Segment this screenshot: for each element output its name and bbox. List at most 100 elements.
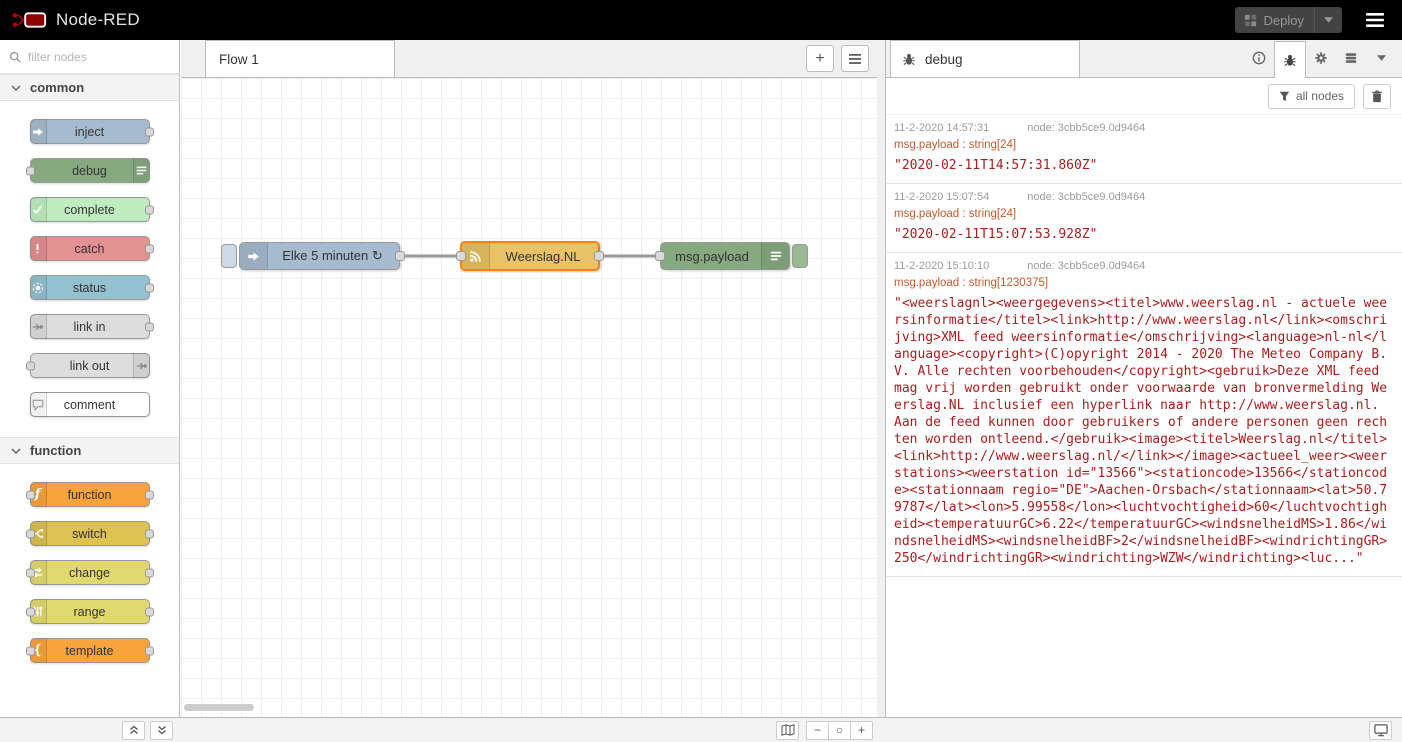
- palette-node-label: link out: [69, 358, 110, 373]
- navigator-button[interactable]: [776, 720, 799, 740]
- message-payload[interactable]: "<weerslagnl><weergegevens><titel>www.we…: [894, 295, 1394, 567]
- flow-canvas[interactable]: Elke 5 minuten ↻ Weerslag.NL msg.payload: [181, 78, 877, 717]
- palette-node-template[interactable]: { template: [25, 638, 154, 663]
- output-port[interactable]: [395, 251, 405, 261]
- palette-node-range[interactable]: range: [25, 599, 154, 624]
- app-title: Node-RED: [56, 10, 140, 29]
- palette-node-change[interactable]: change: [25, 560, 154, 585]
- scrollbar-thumb[interactable]: [184, 704, 254, 711]
- flow-node-weerslag[interactable]: Weerslag.NL: [456, 241, 604, 271]
- zoom-reset-button[interactable]: ○: [828, 720, 851, 740]
- palette-node-label: catch: [74, 241, 105, 256]
- palette-node-label: function: [67, 487, 112, 502]
- double-chevron-up-icon: [129, 725, 139, 735]
- debug-toggle-button[interactable]: [792, 244, 808, 268]
- palette-node-label: template: [65, 643, 114, 658]
- canvas-horizontal-scrollbar[interactable]: [184, 704, 874, 711]
- clear-debug-button[interactable]: [1363, 83, 1391, 109]
- message-property[interactable]: msg.payload : string[24]: [894, 208, 1394, 220]
- input-port: [25, 166, 35, 175]
- deploy-options-button[interactable]: [1314, 7, 1342, 33]
- palette-category-label: function: [30, 443, 82, 458]
- output-port: [144, 529, 154, 538]
- debug-message[interactable]: 11-2-2020 15:10:10 node: 3cbb5ce9.0d9464…: [886, 253, 1402, 577]
- input-port: [25, 646, 35, 655]
- palette-node-debug[interactable]: debug: [25, 158, 150, 183]
- palette-footer: [0, 718, 180, 742]
- palette-node-complete[interactable]: complete: [29, 197, 154, 222]
- palette-node-inject[interactable]: inject: [29, 119, 154, 144]
- palette-node-switch[interactable]: switch: [25, 521, 154, 546]
- debug-sidebar-tab[interactable]: [1274, 41, 1306, 78]
- tab-debug[interactable]: debug: [890, 40, 1080, 77]
- message-node-id: node: 3cbb5ce9.0d9464: [1027, 191, 1146, 203]
- search-icon: [9, 51, 21, 63]
- input-port[interactable]: [655, 251, 665, 261]
- main-menu-button[interactable]: [1362, 9, 1388, 31]
- palette-node-link-in[interactable]: link in: [29, 314, 154, 339]
- weerslag-node-label: Weerslag.NL: [505, 248, 581, 264]
- lines-icon: [761, 243, 789, 269]
- sidebar-footer: [885, 718, 1402, 742]
- palette-filter-input[interactable]: [28, 49, 170, 64]
- palette-node-function[interactable]: f function: [25, 482, 154, 507]
- sidebar-tab-label: debug: [925, 51, 963, 67]
- input-port: [25, 568, 35, 577]
- palette-node-link-out[interactable]: link out: [25, 353, 150, 378]
- message-node-id: node: 3cbb5ce9.0d9464: [1027, 260, 1146, 272]
- circle-icon: ○: [835, 723, 844, 737]
- add-flow-button[interactable]: +: [806, 45, 834, 72]
- bug-icon: [902, 52, 916, 66]
- message-property[interactable]: msg.payload : string[24]: [894, 139, 1394, 151]
- sidebar-splitter[interactable]: [877, 40, 885, 717]
- open-debug-window-button[interactable]: [1369, 720, 1392, 740]
- output-port[interactable]: [594, 251, 604, 261]
- palette-node-status[interactable]: status: [29, 275, 154, 300]
- sidebar-tabbar: debug: [886, 40, 1402, 78]
- flow-tab-label: Flow 1: [219, 51, 259, 67]
- deploy-button[interactable]: Deploy: [1234, 7, 1342, 33]
- check-icon: [29, 197, 47, 222]
- app-header: Node-RED Deploy: [0, 0, 1402, 40]
- rss-feed-icon: [462, 243, 490, 269]
- inject-trigger-button[interactable]: [221, 244, 237, 268]
- palette-category-common[interactable]: common: [0, 74, 179, 101]
- message-payload[interactable]: "2020-02-11T14:57:31.860Z": [894, 157, 1394, 174]
- expand-all-categories-button[interactable]: [150, 720, 173, 740]
- message-property[interactable]: msg.payload : string[1230375]: [894, 277, 1394, 289]
- debug-filter-button[interactable]: all nodes: [1267, 83, 1355, 109]
- palette-node-label: debug: [72, 163, 107, 178]
- zoom-in-button[interactable]: +: [850, 720, 873, 740]
- trash-icon: [1371, 90, 1383, 103]
- info-sidebar-tab[interactable]: [1244, 42, 1274, 73]
- bug-icon: [1283, 53, 1297, 67]
- plus-icon: +: [857, 723, 865, 737]
- zoom-out-button[interactable]: −: [806, 720, 829, 740]
- inject-node-label: Elke 5 minuten: [282, 248, 369, 263]
- debug-message[interactable]: 11-2-2020 15:07:54 node: 3cbb5ce9.0d9464…: [886, 184, 1402, 253]
- message-payload[interactable]: "2020-02-11T15:07:53.928Z": [894, 226, 1394, 243]
- input-port: [25, 529, 35, 538]
- palette-node-catch[interactable]: catch: [29, 236, 154, 261]
- layers-icon: [1344, 51, 1358, 65]
- config-sidebar-tab[interactable]: [1306, 42, 1336, 73]
- message-node-id: node: 3cbb5ce9.0d9464: [1027, 122, 1146, 134]
- flow-node-inject[interactable]: Elke 5 minuten ↻: [239, 242, 405, 270]
- map-icon: [780, 724, 795, 736]
- canvas-footer: − ○ +: [181, 718, 885, 742]
- collapse-all-categories-button[interactable]: [122, 720, 145, 740]
- input-port[interactable]: [456, 251, 466, 261]
- status-dot-icon: [29, 275, 47, 300]
- palette-node-label: link in: [73, 319, 106, 334]
- palette-category-function[interactable]: function: [0, 437, 179, 464]
- tab-flow-1[interactable]: Flow 1: [205, 40, 395, 77]
- palette-search: [0, 40, 179, 74]
- debug-message[interactable]: 11-2-2020 14:57:31 node: 3cbb5ce9.0d9464…: [886, 115, 1402, 184]
- flow-node-debug[interactable]: msg.payload: [655, 242, 790, 270]
- output-port: [144, 283, 154, 292]
- brace-glyph: {: [33, 643, 42, 658]
- palette-node-comment[interactable]: comment: [29, 392, 150, 417]
- sidebar-options-button[interactable]: [1366, 42, 1396, 73]
- flow-list-button[interactable]: [841, 45, 869, 72]
- context-sidebar-tab[interactable]: [1336, 42, 1366, 73]
